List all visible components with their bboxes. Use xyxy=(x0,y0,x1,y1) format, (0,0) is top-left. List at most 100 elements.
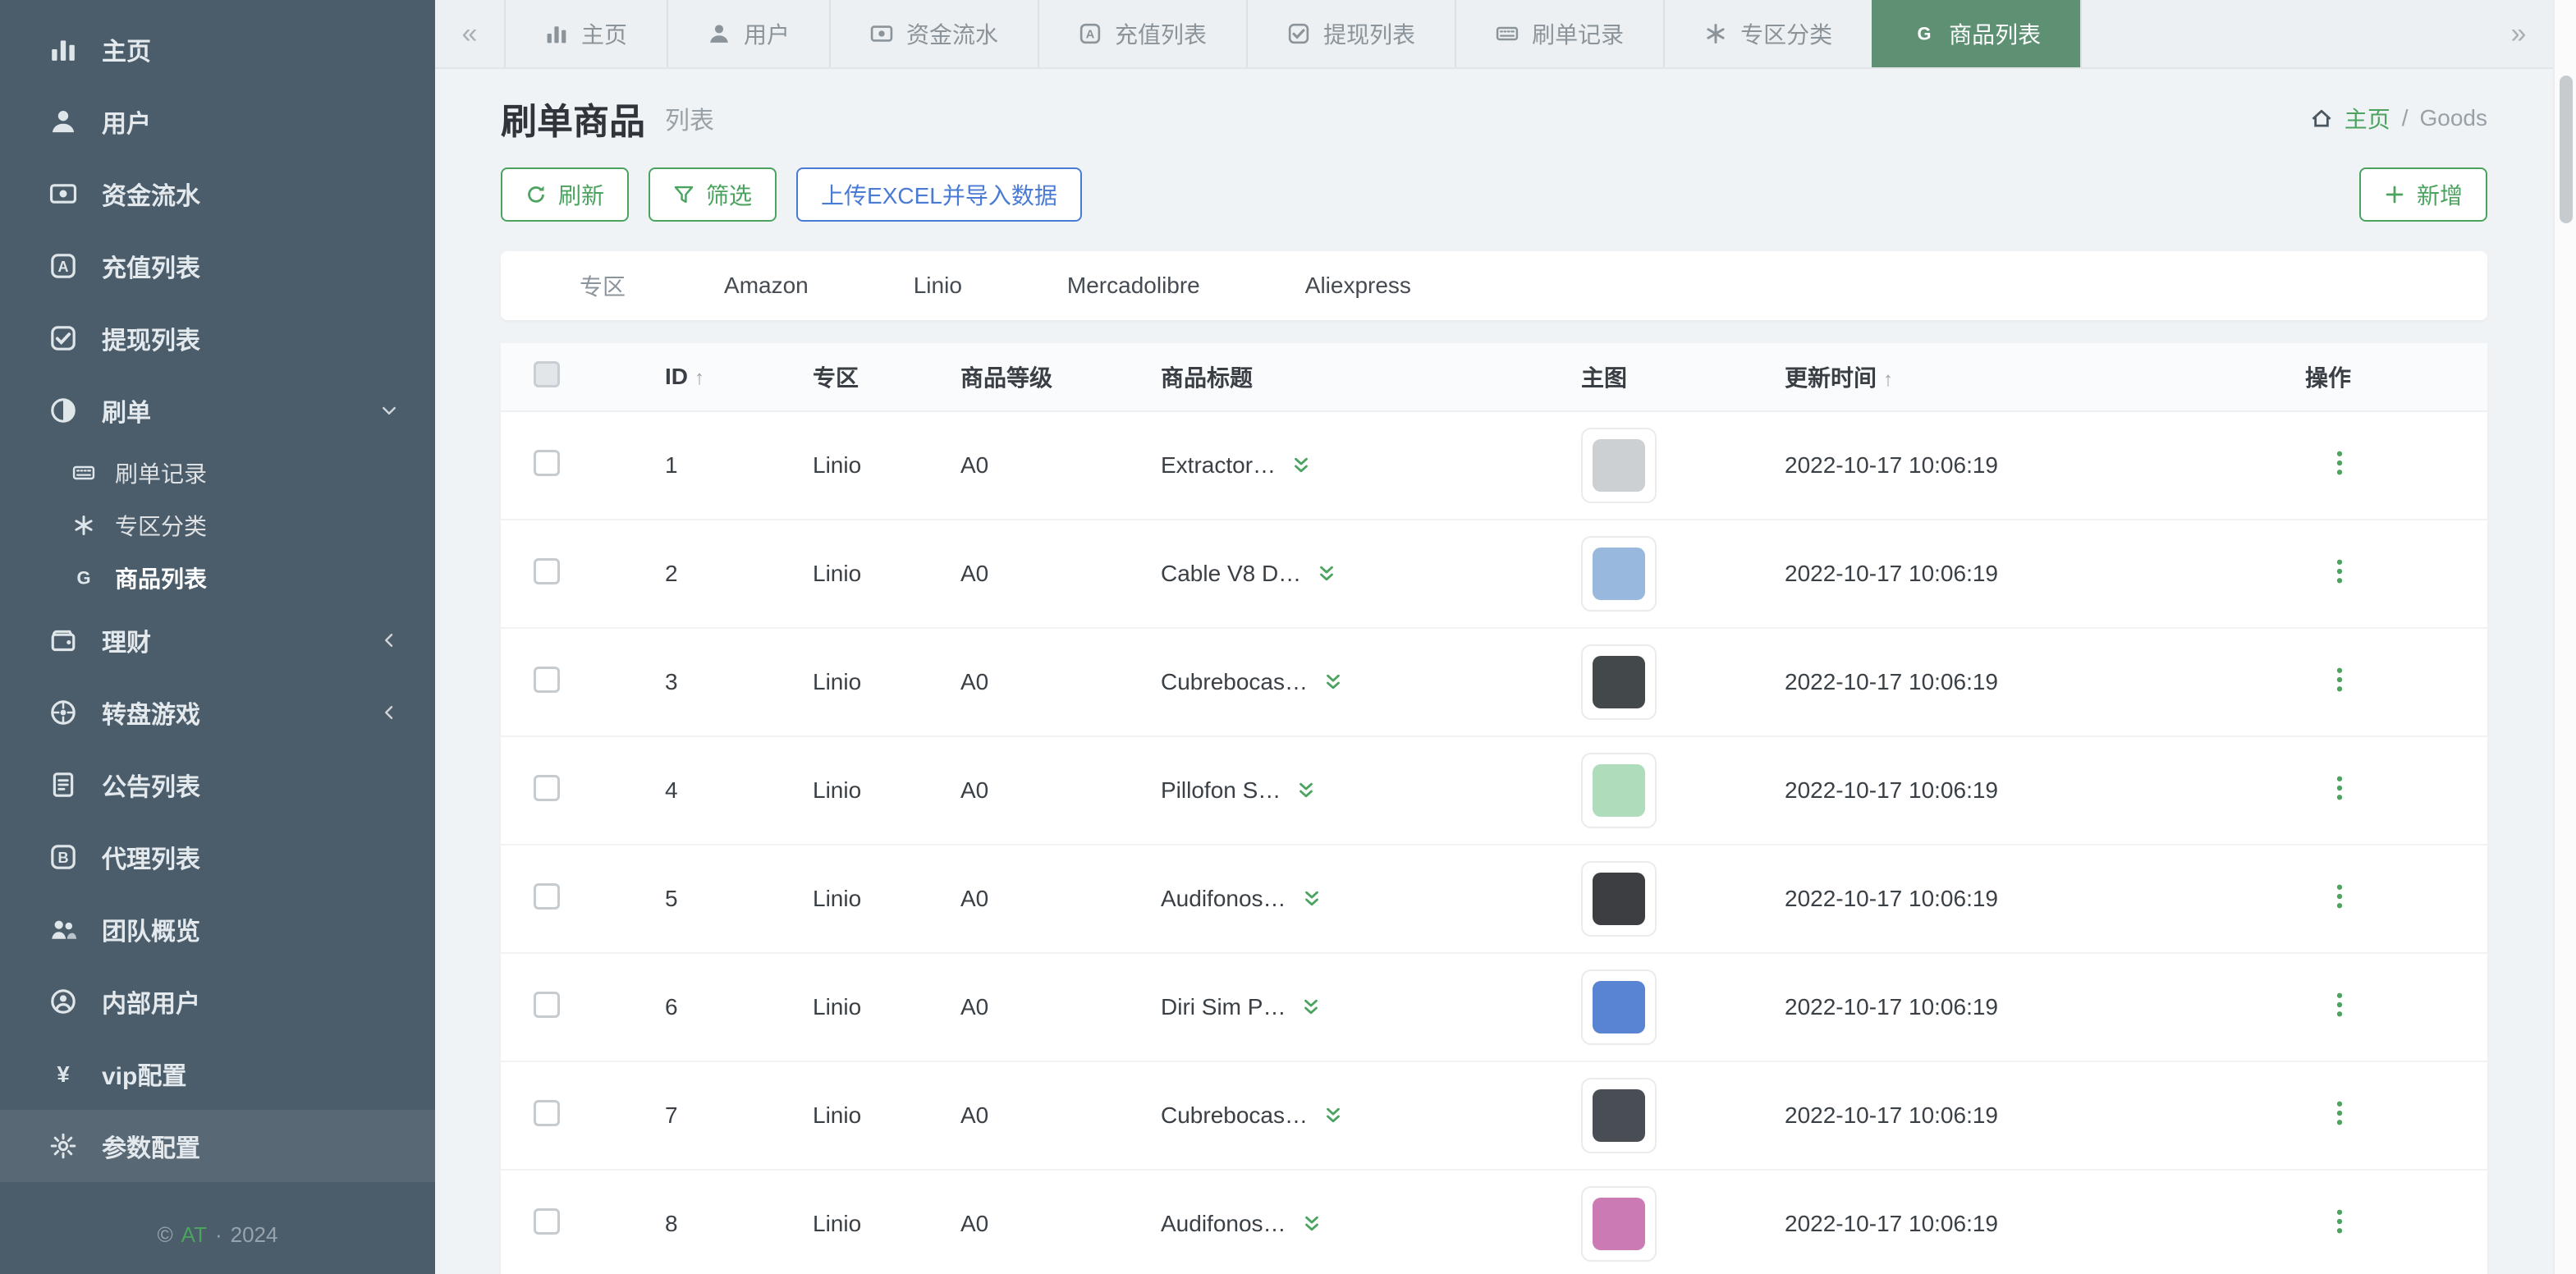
earbuds-case-product-image[interactable] xyxy=(1581,861,1657,937)
row-actions-kebab-icon[interactable] xyxy=(2325,882,2354,911)
select-all-checkbox[interactable] xyxy=(534,361,560,387)
row-checkbox[interactable] xyxy=(534,883,560,910)
internal-user-icon xyxy=(49,988,77,1015)
sidebar-item-money-flow[interactable]: 资金流水 xyxy=(0,158,435,230)
add-button[interactable]: 新增 xyxy=(2359,167,2487,222)
brand-link[interactable]: AT xyxy=(181,1222,207,1248)
breadcrumb-home-link[interactable]: 主页 xyxy=(2345,102,2390,135)
row-checkbox[interactable] xyxy=(534,1100,560,1126)
expand-title-icon[interactable] xyxy=(1322,671,1344,693)
thumbnail-placeholder xyxy=(1593,1089,1645,1142)
row-checkbox[interactable] xyxy=(534,558,560,584)
sidebar-item-wheel-game[interactable]: 转盘游戏 xyxy=(0,676,435,749)
sort-asc-icon[interactable]: ↑ xyxy=(1883,369,1893,391)
upload-excel-button-label: 上传EXCEL并导入数据 xyxy=(821,178,1057,211)
chevron-left-icon xyxy=(379,703,399,722)
cell-zone: Linio xyxy=(813,452,960,479)
sidebar-item-label: 参数配置 xyxy=(102,1128,200,1164)
sidebar-item-withdraw-list[interactable]: 提现列表 xyxy=(0,302,435,374)
tab-label: 主页 xyxy=(581,17,627,50)
row-checkbox[interactable] xyxy=(534,992,560,1018)
cell-updated: 2022-10-17 10:06:19 xyxy=(1785,1102,2305,1129)
sidebar-item-team-overview[interactable]: 团队概览 xyxy=(0,893,435,965)
expand-title-icon[interactable] xyxy=(1301,1213,1322,1235)
zone-option-amazon[interactable]: Amazon xyxy=(724,273,809,299)
sidebar-item-vip-config[interactable]: vip配置 xyxy=(0,1038,435,1110)
thumbnail-placeholder xyxy=(1593,439,1645,492)
sidebar-item-brush-order[interactable]: 刷单 xyxy=(0,374,435,447)
tab-brush-records[interactable]: 刷单记录 xyxy=(1455,0,1663,67)
tab-goods-list[interactable]: 商品列表 xyxy=(1872,0,2080,67)
sidebar-item-internal-users[interactable]: 内部用户 xyxy=(0,965,435,1038)
face-mask-product-image[interactable] xyxy=(1581,644,1657,720)
breadcrumb: 主页 / Goods xyxy=(2310,102,2487,135)
row-checkbox[interactable] xyxy=(534,775,560,801)
withdraw-icon xyxy=(1287,22,1310,45)
sim-card-green-product-image[interactable] xyxy=(1581,753,1657,828)
page-scrollbar[interactable] xyxy=(2553,0,2576,1274)
row-actions-kebab-icon[interactable] xyxy=(2325,990,2354,1020)
expand-title-icon[interactable] xyxy=(1295,780,1317,801)
earbuds-colorful-product-image[interactable] xyxy=(1581,1186,1657,1262)
zone-option-linio[interactable]: Linio xyxy=(914,273,962,299)
cell-title: Audifonos… xyxy=(1161,886,1286,912)
withdraw-icon xyxy=(49,324,77,352)
tab-users[interactable]: 用户 xyxy=(667,0,829,67)
sidebar-item-announcements[interactable]: 公告列表 xyxy=(0,749,435,821)
tab-recharge-list[interactable]: 充值列表 xyxy=(1038,0,1246,67)
row-actions-kebab-icon[interactable] xyxy=(2325,773,2354,803)
sidebar-item-brush-records[interactable]: 刷单记录 xyxy=(0,447,435,499)
tab-bar: « 主页 用户 资金流水 充值列表 提现列表 xyxy=(435,0,2553,69)
goods-icon xyxy=(1913,22,1936,45)
table-header-row: ID↑ 专区 商品等级 商品标题 主图 更新时间↑ 操作 xyxy=(501,343,2487,412)
sim-card-blue-product-image[interactable] xyxy=(1581,969,1657,1045)
sort-asc-icon[interactable]: ↑ xyxy=(694,367,704,389)
expand-title-icon[interactable] xyxy=(1301,888,1322,910)
row-checkbox[interactable] xyxy=(534,667,560,693)
category-icon xyxy=(72,514,95,537)
row-actions-kebab-icon[interactable] xyxy=(2325,1098,2354,1128)
sidebar-item-agents[interactable]: 代理列表 xyxy=(0,821,435,893)
row-actions-kebab-icon[interactable] xyxy=(2325,665,2354,694)
expand-title-icon[interactable] xyxy=(1322,1105,1344,1126)
expand-title-icon[interactable] xyxy=(1290,455,1312,476)
sidebar-item-home[interactable]: 主页 xyxy=(0,13,435,85)
upload-excel-button[interactable]: 上传EXCEL并导入数据 xyxy=(796,167,1082,222)
sidebar-item-recharge-list[interactable]: 充值列表 xyxy=(0,230,435,302)
expand-title-icon[interactable] xyxy=(1316,563,1337,584)
row-actions-kebab-icon[interactable] xyxy=(2325,557,2354,586)
sidebar-item-finance[interactable]: 理财 xyxy=(0,604,435,676)
tweezers-product-image[interactable] xyxy=(1581,428,1657,503)
tabs-scroll-right-icon[interactable]: » xyxy=(2484,0,2553,67)
table-row: 5 Linio A0 Audifonos… 2022-10-17 10:06:1… xyxy=(501,846,2487,954)
row-actions-kebab-icon[interactable] xyxy=(2325,448,2354,478)
sidebar-item-param-config[interactable]: 参数配置 xyxy=(0,1110,435,1182)
header-id[interactable]: ID↑ xyxy=(665,364,813,390)
sidebar-item-label: 刷单记录 xyxy=(115,456,207,489)
tab-home[interactable]: 主页 xyxy=(504,0,667,67)
row-actions-kebab-icon[interactable] xyxy=(2325,1207,2354,1236)
filter-button[interactable]: 筛选 xyxy=(649,167,777,222)
sidebar-item-goods-list[interactable]: 商品列表 xyxy=(0,552,435,604)
cell-id: 5 xyxy=(665,886,813,912)
sidebar-item-zone-category[interactable]: 专区分类 xyxy=(0,499,435,552)
face-mask-pack-product-image[interactable] xyxy=(1581,1078,1657,1153)
header-updated[interactable]: 更新时间↑ xyxy=(1785,360,2305,393)
tab-zone-category[interactable]: 专区分类 xyxy=(1663,0,1872,67)
cell-zone: Linio xyxy=(813,561,960,587)
row-checkbox[interactable] xyxy=(534,1208,560,1235)
tab-withdraw-list[interactable]: 提现列表 xyxy=(1246,0,1455,67)
refresh-button[interactable]: 刷新 xyxy=(501,167,629,222)
sidebar-item-users[interactable]: 用户 xyxy=(0,85,435,158)
tabs-scroll-left-icon[interactable]: « xyxy=(435,0,504,67)
tab-money-flow[interactable]: 资金流水 xyxy=(829,0,1038,67)
expand-title-icon[interactable] xyxy=(1300,997,1322,1018)
goods-table: ID↑ 专区 商品等级 商品标题 主图 更新时间↑ 操作 1 Linio A0 … xyxy=(501,343,2487,1274)
scrollbar-thumb[interactable] xyxy=(2560,76,2573,223)
row-checkbox[interactable] xyxy=(534,450,560,476)
team-icon xyxy=(49,915,77,943)
zone-option-mercadolibre[interactable]: Mercadolibre xyxy=(1067,273,1200,299)
zone-option-aliexpress[interactable]: Aliexpress xyxy=(1305,273,1411,299)
table-row: 3 Linio A0 Cubrebocas… 2022-10-17 10:06:… xyxy=(501,629,2487,737)
usb-cable-product-image[interactable] xyxy=(1581,536,1657,612)
